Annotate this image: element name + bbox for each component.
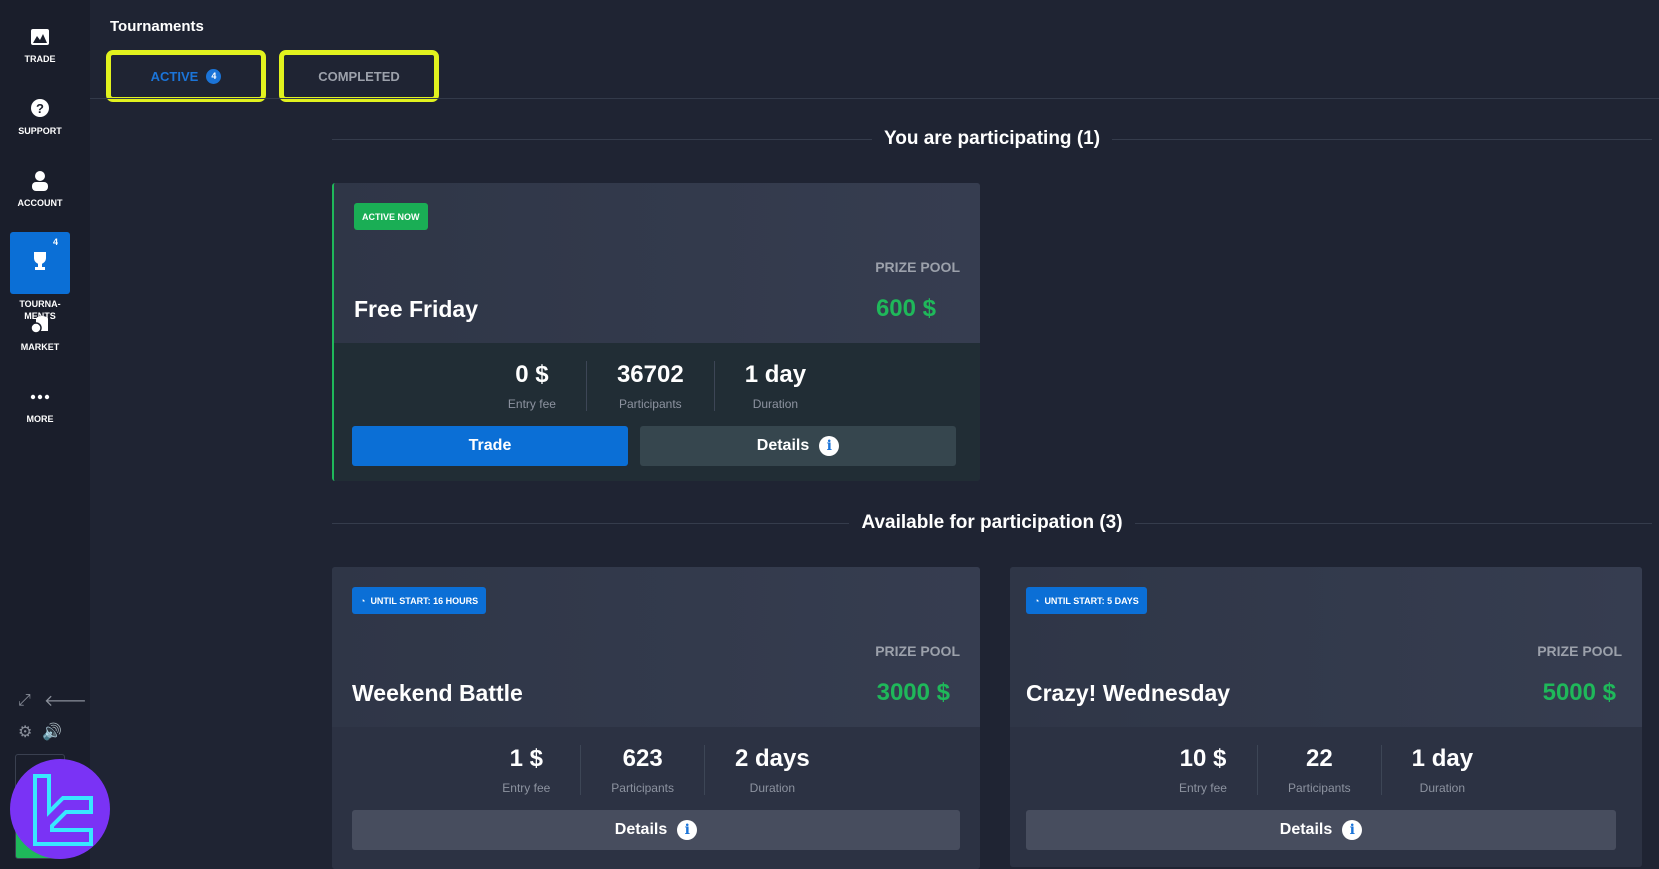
sidebar-item-account[interactable]: ACCOUNT xyxy=(10,164,70,226)
page-title: Tournaments xyxy=(110,18,204,35)
entry-fee-value: 1 $ xyxy=(509,745,543,772)
status-badge: ◔ UNTIL START: 5 DAYS xyxy=(1026,587,1147,614)
details-button[interactable]: Details i xyxy=(640,426,956,466)
logo-icon xyxy=(33,774,93,846)
sidebar-item-label: ACCOUNT xyxy=(17,198,63,208)
prize-value: 3000 $ xyxy=(876,679,950,706)
sidebar: TRADE ? SUPPORT ACCOUNT 4 TOURNA- MENTS … xyxy=(0,0,90,869)
sidebar-item-label: MORE xyxy=(26,414,54,424)
participants-label: Participants xyxy=(618,397,682,411)
active-count-badge: 4 xyxy=(206,68,222,84)
sidebar-item-label: MARKET xyxy=(20,342,60,352)
watermark-logo xyxy=(10,759,110,859)
prize-pool-label: PRIZE POOL xyxy=(875,259,960,275)
duration-value: 1 day xyxy=(744,361,807,388)
entry-fee-label: Entry fee xyxy=(1178,781,1227,795)
status-badge: ACTIVE NOW xyxy=(354,203,428,230)
section-title: Available for participation (3) xyxy=(861,512,1123,533)
prize-pool-label: PRIZE POOL xyxy=(1537,643,1622,659)
dots-icon xyxy=(30,394,50,400)
participants-value: 36702 xyxy=(616,361,684,388)
tournament-card: ACTIVE NOW PRIZE POOL Free Friday 600 $ … xyxy=(332,183,980,481)
participants-value: 22 xyxy=(1305,745,1333,772)
entry-fee-label: Entry fee xyxy=(507,397,556,411)
duration-label: Duration xyxy=(752,397,799,411)
tab-completed[interactable]: COMPLETED xyxy=(279,50,439,102)
tournaments-badge: 4 xyxy=(52,237,58,247)
divider xyxy=(90,98,1659,99)
stats: 1 $ Entry fee 623 Participants 2 days Durat… xyxy=(332,745,980,795)
participants-label: Participants xyxy=(611,781,674,795)
stats: 0 $ Entry fee 36702 Participants 1 day Dura… xyxy=(334,361,980,411)
section-available: Available for participation (3) xyxy=(332,512,1652,534)
tab-active[interactable]: ACTIVE 4 xyxy=(106,50,266,102)
sidebar-item-market[interactable]: MARKET xyxy=(10,308,70,370)
trade-button[interactable]: Trade xyxy=(352,426,628,466)
gear-icon[interactable]: ⚙ xyxy=(18,722,32,742)
tab-label: COMPLETED xyxy=(318,68,400,84)
tournament-name: Crazy! Wednesday xyxy=(1026,680,1231,706)
duration-value: 2 days xyxy=(735,745,810,772)
speaker-icon[interactable]: 🔊 xyxy=(42,722,62,742)
tab-label: ACTIVE xyxy=(150,68,199,84)
prize-value: 5000 $ xyxy=(1542,679,1616,706)
prize-value: 600 $ xyxy=(875,295,936,322)
sidebar-item-label: TRADE xyxy=(24,54,56,64)
tournament-card: ◔ UNTIL START: 5 DAYS PRIZE POOL Crazy! W… xyxy=(1010,567,1642,867)
tournament-name: Free Friday xyxy=(354,296,478,322)
info-icon: i xyxy=(677,820,698,840)
section-title: You are participating (1) xyxy=(883,128,1101,149)
participants-value: 623 xyxy=(622,745,663,772)
entry-fee-value: 10 $ xyxy=(1179,745,1227,772)
details-button[interactable]: Details i xyxy=(352,810,960,850)
chart-image-icon xyxy=(31,29,49,45)
tournament-name: Weekend Battle xyxy=(352,680,523,706)
sidebar-item-label: SUPPORT xyxy=(18,126,62,136)
question-bubble-icon: ? xyxy=(31,99,49,117)
tournament-card: ◔ UNTIL START: 16 HOURS PRIZE POOL Weeken… xyxy=(332,567,980,869)
fullscreen-icon[interactable]: ⤢ xyxy=(18,692,31,710)
participants-label: Participants xyxy=(1287,781,1351,795)
entry-fee-label: Entry fee xyxy=(502,781,551,795)
status-badge: ◔ UNTIL START: 16 HOURS xyxy=(352,587,487,614)
section-participating: You are participating (1) xyxy=(332,128,1653,150)
entry-fee-value: 0 $ xyxy=(515,361,549,388)
info-icon: i xyxy=(819,436,840,456)
prize-pool-label: PRIZE POOL xyxy=(875,643,960,659)
clock-icon: ◔ xyxy=(360,595,366,606)
duration-label: Duration xyxy=(749,781,796,795)
duration-value: 1 day xyxy=(1411,745,1474,772)
sidebar-item-tournaments[interactable]: 4 TOURNA- MENTS xyxy=(10,232,70,321)
info-icon: i xyxy=(1342,820,1363,840)
sidebar-item-trade[interactable]: TRADE xyxy=(10,20,70,82)
user-icon xyxy=(32,171,48,191)
sidebar-item-more[interactable]: MORE xyxy=(10,380,70,442)
coins-icon xyxy=(30,316,48,334)
svg-text:?: ? xyxy=(36,101,44,116)
clock-icon: ◔ xyxy=(1034,595,1040,606)
details-button[interactable]: Details i xyxy=(1026,810,1616,850)
sidebar-item-support[interactable]: ? SUPPORT xyxy=(10,92,70,154)
trophy-icon xyxy=(34,252,46,270)
stats: 10 $ Entry fee 22 Participants 1 day Durati… xyxy=(1010,745,1642,795)
back-arrow-icon[interactable]: 🡐 xyxy=(44,690,87,711)
duration-label: Duration xyxy=(1419,781,1466,795)
